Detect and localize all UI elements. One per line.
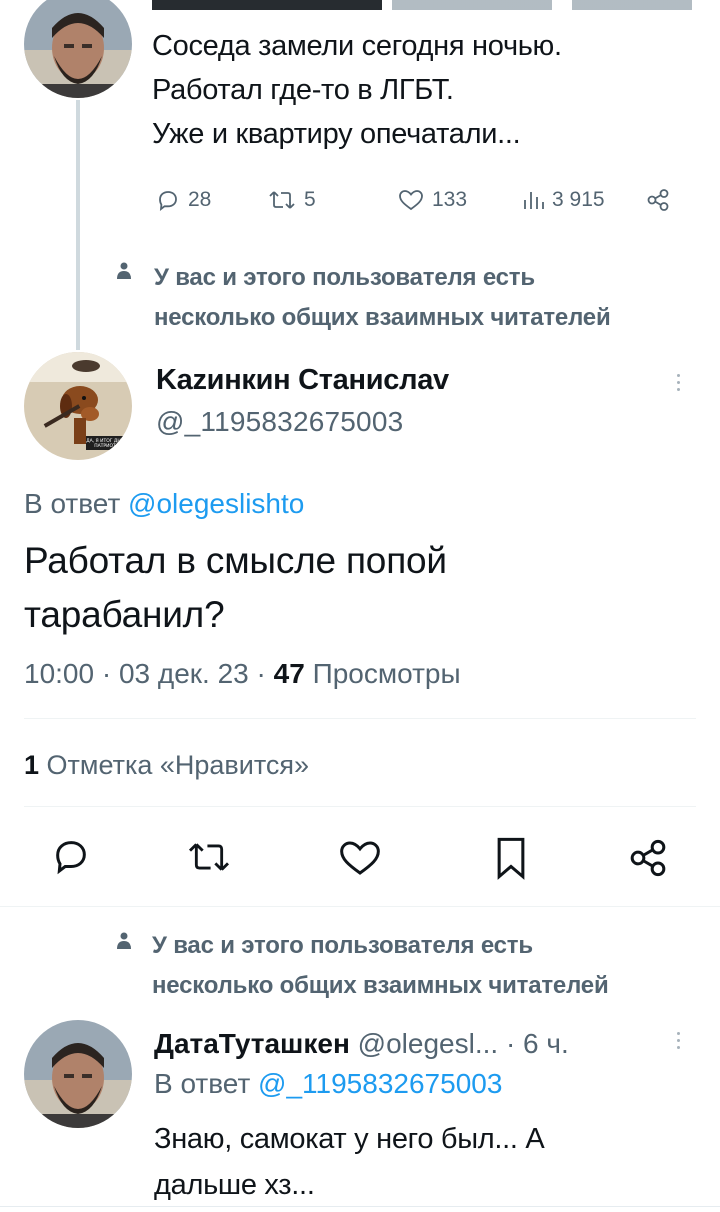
reply-icon [56,841,86,875]
bookmark-icon [497,837,525,880]
top-tweet-text: Соседа замели сегодня ночью. Работал где… [152,24,562,156]
share-button-top[interactable] [646,188,670,212]
like-button[interactable] [338,838,382,883]
mutual-followers-notice: У вас и этого пользователя есть нескольк… [152,926,609,1006]
reply-header: ДатаТуташкен @olegesl... · 6 ч. [154,1028,569,1060]
reply-button[interactable] [50,836,92,881]
retweet-icon [269,191,295,209]
divider [0,1206,720,1207]
more-options-icon[interactable] [676,374,682,395]
mutual-notice-line: У вас и этого пользователя есть [154,264,535,291]
likes-summary[interactable]: 1 Отметка «Нравится» [24,750,309,781]
reply-prefix: В ответ [154,1068,251,1099]
reply-author-name[interactable]: ДатаТуташкен [154,1028,350,1059]
divider [24,718,696,719]
top-tweet-line: Работал где-то в ЛГБТ. [152,74,454,106]
reply-author-handle[interactable]: @olegesl... [358,1028,499,1059]
views-label: Просмотры [312,658,461,689]
reply-time-ago[interactable]: · 6 ч. [506,1028,569,1059]
avatar-datatutashken[interactable] [24,1020,132,1128]
author-handle[interactable]: @_1195832675003 [156,406,403,438]
like-button-top[interactable]: 133 [398,188,467,212]
reply-context: В ответ @olegeslishto [24,488,304,520]
tweet-meta: 10:00 · 03 дек. 23 · 47 Просмотры [24,658,461,690]
share-button[interactable] [628,838,668,883]
tweet-date[interactable]: 03 дек. 23 [119,658,249,689]
person-icon [117,262,131,279]
retweet-button[interactable] [186,838,232,881]
meta-separator: · [101,658,112,689]
meta-separator: · [256,658,266,689]
main-tweet-line: тарабанил? [24,594,225,635]
reply-button-top[interactable]: 28 [156,188,211,212]
reply-prefix: В ответ [24,488,121,519]
top-tweet-line: Уже и квартиру опечатали... [152,118,521,150]
divider [0,906,720,907]
top-tweet-line: Соседа замели сегодня ночью. [152,30,562,62]
share-icon [630,839,666,877]
mutual-followers-notice: У вас и этого пользователя есть нескольк… [154,258,611,338]
mutual-notice-line: несколько общих взаимных читателей [152,972,609,999]
cut-header [152,0,692,10]
author-name[interactable]: Kazинкин Станислаv [156,364,449,397]
reply-to-link[interactable]: @olegeslishto [128,488,304,519]
reply-icon [159,191,177,211]
person-icon [117,932,131,949]
views-count-main: 47 [273,658,305,689]
views-button-top[interactable]: 3 915 [522,188,605,212]
reply-tweet-line: дальше хз... [154,1169,315,1201]
retweet-count: 5 [304,188,316,211]
retweet-icon [188,843,230,871]
thread-line [76,100,80,350]
reply-context: В ответ @_1195832675003 [154,1068,502,1100]
bookmark-button[interactable] [494,836,528,885]
like-icon [340,841,380,875]
reply-count: 28 [188,188,212,211]
views-count: 3 915 [552,188,605,211]
views-icon [524,192,544,209]
like-icon [399,190,423,211]
likes-label: Отметка «Нравится» [46,750,310,780]
tweet-time[interactable]: 10:00 [24,658,94,689]
avatar-caption-line: ПАТРИОТ [94,443,116,449]
share-icon [647,189,669,211]
mutual-notice-line: несколько общих взаимных читателей [154,304,611,331]
main-tweet-text: Работал в смысле попой тарабанил? [24,534,447,642]
retweet-button-top[interactable]: 5 [268,188,316,212]
like-count: 133 [432,188,468,211]
reply-tweet-text: Знаю, самокат у него был... А дальше хз.… [154,1116,545,1208]
reply-to-link[interactable]: @_1195832675003 [258,1068,502,1099]
mutual-notice-line: У вас и этого пользователя есть [152,932,533,959]
main-tweet-line: Работал в смысле попой [24,540,447,581]
avatar-datatutashken-top[interactable] [24,0,132,98]
reply-tweet-line: Знаю, самокат у него был... А [154,1123,545,1155]
divider [24,806,696,807]
more-options-icon[interactable] [676,1032,682,1053]
likes-count: 1 [24,750,40,780]
avatar-kazinkin[interactable]: ДА, Я ИТОГ ДНЯ ПАТРИОТ [24,352,132,460]
